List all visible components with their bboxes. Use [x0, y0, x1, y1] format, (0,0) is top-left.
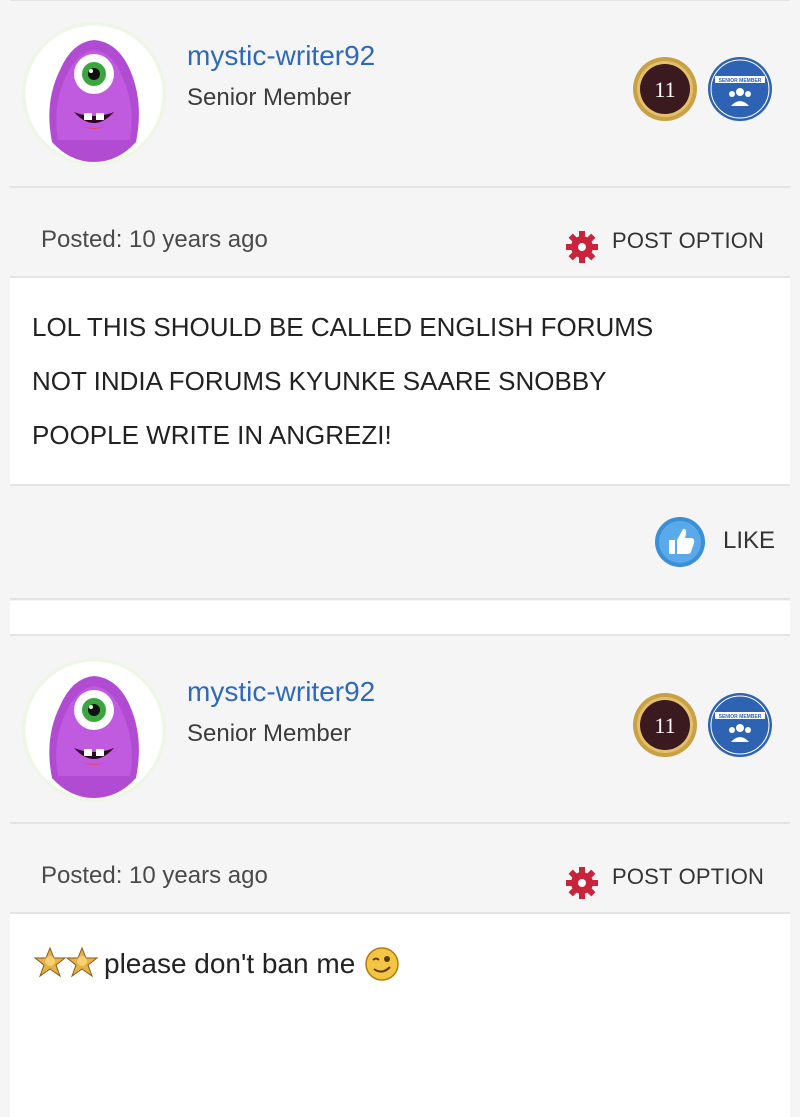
post-text-line: POOPLE WRITE IN ANGREZI! — [32, 420, 392, 450]
post-text-row: please don't ban me — [32, 944, 401, 984]
username-link[interactable]: mystic-writer92 — [187, 40, 375, 72]
anniversary-badge-icon: 11 — [633, 57, 697, 121]
post-spacer — [10, 601, 790, 635]
senior-member-badge-icon: SENIOR MEMBER — [708, 693, 772, 757]
posted-time: Posted: 10 years ago — [41, 862, 268, 889]
member-rank: Senior Member — [187, 720, 352, 747]
like-button[interactable] — [654, 516, 706, 573]
post-body: please don't ban me — [10, 914, 790, 1117]
post-body: LOL THIS SHOULD BE CALLED ENGLISH FORUMS… — [10, 278, 790, 484]
username-link[interactable]: mystic-writer92 — [187, 676, 375, 708]
thumbs-up-icon — [655, 517, 705, 567]
post-text-line: NOT INDIA FORUMS KYUNKE SAARE SNOBBY — [32, 366, 607, 396]
svg-text:11: 11 — [654, 713, 675, 738]
post-option-button[interactable]: POST OPTION — [612, 228, 764, 254]
senior-member-badge[interactable]: SENIOR MEMBER — [707, 56, 773, 122]
years-badge[interactable]: 11 — [632, 56, 698, 122]
monster-avatar-icon — [22, 22, 166, 166]
gear-icon — [566, 231, 598, 263]
divider — [10, 598, 790, 600]
dancing-emoticon-icon — [33, 946, 99, 978]
wink-emoticon-icon — [365, 947, 400, 981]
avatar[interactable] — [22, 658, 166, 802]
post-option-gear-icon[interactable] — [564, 865, 600, 906]
svg-text:SENIOR MEMBER: SENIOR MEMBER — [719, 78, 762, 84]
years-badge[interactable]: 11 — [632, 692, 698, 758]
post-header: mystic-writer92 Senior Member 11 SENIOR … — [0, 636, 800, 822]
divider — [10, 484, 790, 486]
member-rank: Senior Member — [187, 84, 352, 111]
post-text-line: LOL THIS SHOULD BE CALLED ENGLISH FORUMS — [32, 312, 654, 342]
anniversary-badge-icon: 11 — [633, 693, 697, 757]
svg-text:SENIOR MEMBER: SENIOR MEMBER — [719, 714, 762, 720]
forum-post: mystic-writer92 Senior Member 11 SENIOR … — [0, 0, 800, 600]
senior-member-badge-icon: SENIOR MEMBER — [708, 57, 772, 121]
posted-time: Posted: 10 years ago — [41, 226, 268, 253]
senior-member-badge[interactable]: SENIOR MEMBER — [707, 692, 773, 758]
post-text: please don't ban me — [104, 948, 356, 979]
avatar[interactable] — [22, 22, 166, 166]
svg-text:11: 11 — [654, 77, 675, 102]
post-header: mystic-writer92 Senior Member 11 SENIOR … — [0, 0, 800, 186]
like-label[interactable]: LIKE — [723, 527, 775, 555]
post-option-gear-icon[interactable] — [564, 229, 600, 270]
monster-avatar-icon — [22, 658, 166, 802]
gear-icon — [566, 867, 598, 899]
forum-post: mystic-writer92 Senior Member 11 SENIOR … — [0, 636, 800, 1117]
post-option-button[interactable]: POST OPTION — [612, 864, 764, 890]
